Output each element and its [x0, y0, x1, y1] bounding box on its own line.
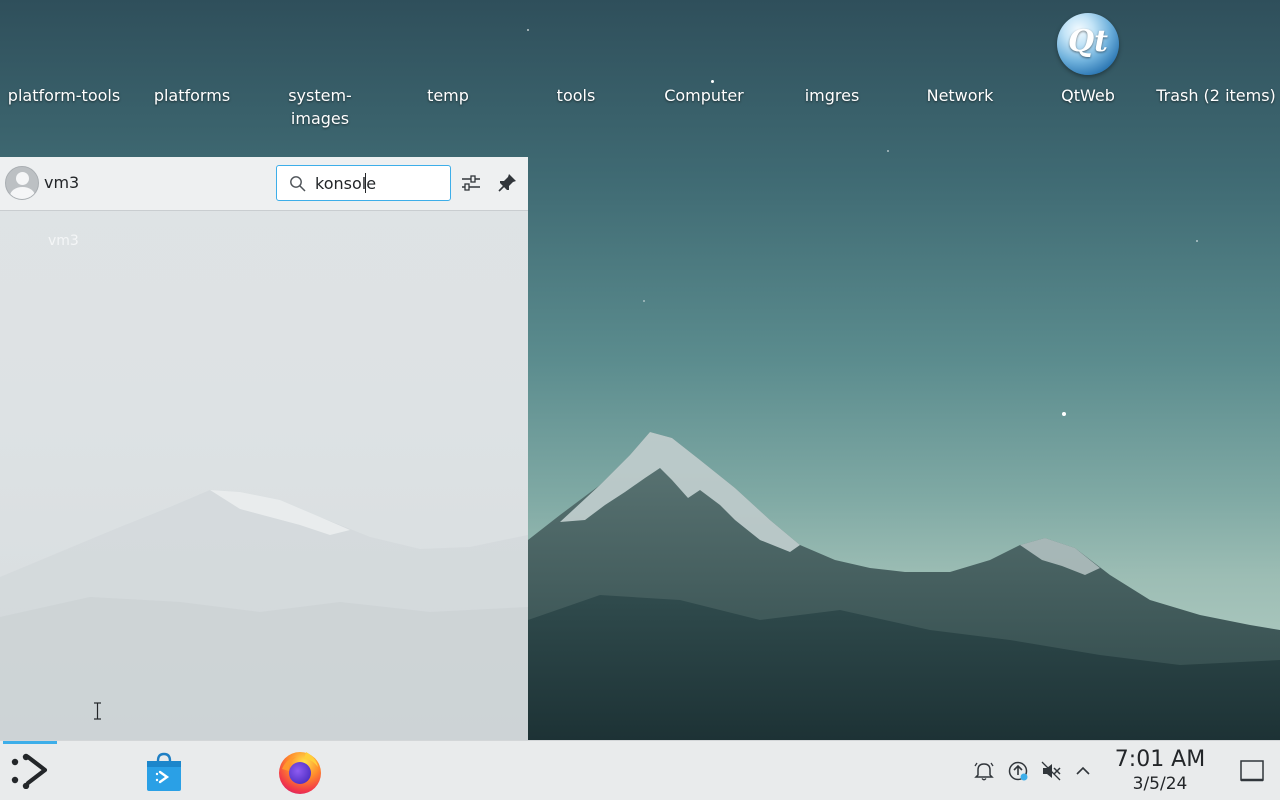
volume-muted-icon[interactable]: [1040, 760, 1062, 782]
desktop-icon-imgres[interactable]: imgres: [770, 84, 894, 107]
notifications-icon[interactable]: [973, 760, 995, 782]
avatar-body: [10, 187, 35, 199]
star: [1196, 240, 1198, 242]
updates-icon[interactable]: [1007, 760, 1029, 782]
show-desktop-icon[interactable]: [1239, 758, 1265, 784]
user-avatar[interactable]: [5, 166, 39, 200]
username-label: vm3: [44, 173, 80, 192]
search-input[interactable]: konsole: [276, 165, 451, 201]
desktop-icon-network[interactable]: Network: [898, 84, 1022, 107]
star: [527, 29, 529, 31]
search-input-value: konsole: [315, 174, 377, 193]
taskbar-panel: 7:01 AM 3/5/24: [0, 740, 1280, 800]
star: [643, 300, 645, 302]
sliders-icon[interactable]: [458, 170, 484, 196]
kde-app-launcher-icon[interactable]: [10, 753, 48, 789]
desktop-icon-trash[interactable]: Trash (2 items): [1152, 84, 1280, 107]
text-caret: [365, 173, 366, 193]
desktop-icon-temp[interactable]: temp: [386, 84, 510, 107]
application-launcher-menu: vm3 konsole vm3: [0, 157, 528, 740]
avatar-head: [16, 172, 29, 185]
discover-store-icon[interactable]: [145, 752, 183, 792]
qtweb-logo-icon[interactable]: Qt: [1057, 13, 1119, 75]
desktop-icon-qtweb[interactable]: QtWeb: [1026, 84, 1150, 107]
desktop-icon-system-images[interactable]: system- images: [258, 84, 382, 130]
clock-time[interactable]: 7:01 AM: [1108, 747, 1212, 772]
firefox-icon[interactable]: [276, 747, 324, 795]
chevron-up-icon[interactable]: [1074, 763, 1092, 779]
star: [1062, 412, 1066, 416]
desktop-icon-platform-tools[interactable]: platform-tools: [2, 84, 126, 107]
pin-icon[interactable]: [494, 170, 520, 196]
clock-date[interactable]: 3/5/24: [1108, 774, 1212, 794]
launcher-active-indicator: [3, 741, 57, 744]
desktop-icon-computer[interactable]: Computer: [642, 84, 766, 107]
search-result-placeholder: vm3: [48, 233, 79, 249]
star: [711, 80, 714, 83]
text-cursor-ibeam: [94, 702, 101, 720]
star: [887, 150, 889, 152]
search-icon: [290, 176, 306, 192]
desktop-icon-platforms[interactable]: platforms: [130, 84, 254, 107]
launcher-background-mountain: [0, 490, 528, 740]
desktop-icon-tools[interactable]: tools: [514, 84, 638, 107]
launcher-header: vm3 konsole: [0, 157, 528, 211]
